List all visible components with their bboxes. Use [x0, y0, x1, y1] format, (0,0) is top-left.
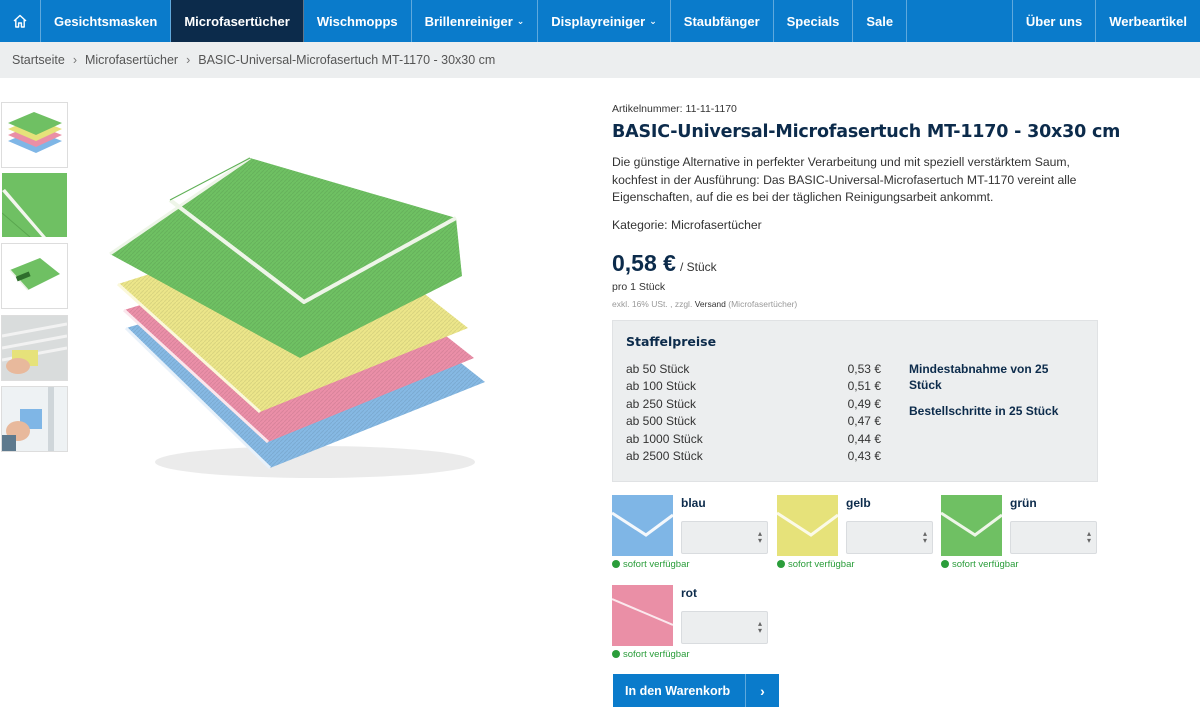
stepper-arrows-icon[interactable]: ▴ ▾	[1087, 530, 1091, 545]
stepper-arrows-icon[interactable]: ▴ ▾	[758, 530, 762, 545]
chevron-down-icon: ⌄	[516, 15, 525, 26]
tier-row: ab 250 Stück 0,49 €	[626, 397, 881, 411]
quantity-stepper[interactable]: ▴ ▾	[681, 521, 768, 554]
tier-row: ab 100 Stück 0,51 €	[626, 379, 881, 393]
thumbnail-usage-kitchen[interactable]	[1, 315, 68, 381]
thumbnail-green-closeup[interactable]	[1, 172, 68, 238]
variant-blau: blau ▴ ▾ sofort verfügbar	[612, 495, 772, 575]
variant-name: gelb	[846, 496, 871, 510]
add-to-cart-label: In den Warenkorb	[625, 683, 731, 698]
tier-qty: ab 250 Stück	[626, 397, 697, 411]
availability-status: sofort verfügbar	[612, 559, 690, 570]
quantity-stepper[interactable]: ▴ ▾	[681, 611, 768, 644]
breadcrumb-home[interactable]: Startseite	[12, 53, 65, 67]
tier-row: ab 1000 Stück 0,44 €	[626, 432, 881, 446]
chevron-right-icon: ›	[72, 53, 77, 67]
shipping-link[interactable]: Versand	[695, 299, 726, 309]
nav-item-werbeartikel[interactable]: Werbeartikel	[1096, 0, 1200, 42]
variant-rot: rot ▴ ▾ sofort verfügbar	[612, 585, 772, 665]
variant-gelb: gelb ▴ ▾ sofort verfügbar	[777, 495, 937, 575]
tier-qty: ab 500 Stück	[626, 414, 697, 428]
nav-item-wischmopps[interactable]: Wischmopps	[304, 0, 412, 42]
tier-row: ab 2500 Stück 0,43 €	[626, 449, 881, 463]
minimum-order-note: Mindestabnahme von 25 Stück	[909, 362, 1049, 392]
variant-swatch-rot[interactable]	[612, 585, 673, 646]
home-button[interactable]	[0, 0, 41, 42]
tier-price: 0,47 €	[847, 414, 881, 428]
tier-price: 0,43 €	[847, 449, 881, 463]
chevron-right-icon: ›	[186, 53, 191, 67]
product-image[interactable]	[100, 150, 500, 490]
variant-name: grün	[1010, 496, 1037, 510]
price-unit: / Stück	[679, 260, 717, 274]
product-category[interactable]: Kategorie: Microfasertücher	[612, 218, 762, 232]
tier-row: ab 50 Stück 0,53 €	[626, 362, 881, 376]
variant-swatch-gruen[interactable]	[941, 495, 1002, 556]
tier-qty: ab 1000 Stück	[626, 432, 703, 446]
nav-item-brillenreiniger[interactable]: Brillenreiniger ⌄	[412, 0, 539, 42]
variant-gruen: grün ▴ ▾ sofort verfügbar	[941, 495, 1101, 575]
tier-qty: ab 100 Stück	[626, 379, 697, 393]
status-dot-icon	[777, 560, 785, 568]
tier-pricing-title: Staffelpreise	[626, 334, 717, 349]
tax-prefix: exkl. 16% USt. , zzgl.	[612, 299, 693, 309]
variant-name: blau	[681, 496, 706, 510]
tier-price: 0,51 €	[847, 379, 881, 393]
nav-item-staubfaenger[interactable]: Staubfänger	[671, 0, 774, 42]
variant-name: rot	[681, 586, 697, 600]
nav-item-sale[interactable]: Sale	[853, 0, 908, 42]
product-price: 0,58 € / Stück	[612, 250, 717, 277]
tier-row: ab 500 Stück 0,47 €	[626, 414, 881, 428]
variant-swatch-blau[interactable]	[612, 495, 673, 556]
thumbnail-usage-window[interactable]	[1, 386, 68, 452]
status-dot-icon	[612, 560, 620, 568]
nav-item-microfasertuecher[interactable]: Microfasertücher	[171, 0, 304, 42]
breadcrumb-category[interactable]: Microfasertücher	[85, 53, 178, 67]
tier-price: 0,44 €	[847, 432, 881, 446]
add-to-cart-button[interactable]: In den Warenkorb ›	[613, 674, 779, 707]
product-title: BASIC-Universal-Microfasertuch MT-1170 -…	[612, 122, 1121, 142]
price-per-piece: pro 1 Stück	[612, 281, 666, 293]
stepper-arrows-icon[interactable]: ▴ ▾	[923, 530, 927, 545]
product-description: Die günstige Alternative in perfekter Ve…	[612, 155, 1077, 204]
status-dot-icon	[941, 560, 949, 568]
tax-suffix: (Microfasertücher)	[728, 299, 798, 309]
main-navigation: Gesichtsmasken Microfasertücher Wischmop…	[0, 0, 1200, 42]
nav-item-specials[interactable]: Specials	[774, 0, 854, 42]
quantity-stepper[interactable]: ▴ ▾	[1010, 521, 1097, 554]
nav-item-gesichtsmasken[interactable]: Gesichtsmasken	[41, 0, 172, 42]
nav-item-displayreiniger[interactable]: Displayreiniger ⌄	[538, 0, 671, 42]
chevron-right-icon: ›	[745, 674, 779, 707]
thumbnail-green-logo[interactable]	[1, 243, 68, 309]
article-number: Artikelnummer: 11-11-1170	[612, 103, 737, 115]
tier-price: 0,53 €	[847, 362, 881, 376]
tier-pricing-panel: Staffelpreise ab 50 Stück 0,53 € ab 100 S…	[612, 320, 1098, 482]
thumbnail-stack[interactable]	[1, 102, 68, 168]
tier-price: 0,49 €	[847, 397, 881, 411]
chevron-down-icon: ⌄	[649, 15, 657, 26]
price-value: 0,58 €	[612, 250, 676, 276]
tax-info: exkl. 16% USt. , zzgl. Versand (Microfas…	[612, 299, 797, 309]
breadcrumb-current[interactable]: BASIC-Universal-Microfasertuch MT-1170 -…	[198, 53, 495, 67]
variant-swatch-gelb[interactable]	[777, 495, 838, 556]
stepper-arrows-icon[interactable]: ▴ ▾	[758, 620, 762, 635]
breadcrumb: Startseite › Microfasertücher › BASIC-Un…	[0, 42, 1200, 78]
order-steps-note: Bestellschritte in 25 Stück	[909, 404, 1059, 418]
availability-status: sofort verfügbar	[777, 559, 855, 570]
home-icon	[13, 14, 27, 28]
status-dot-icon	[612, 650, 620, 658]
tier-qty: ab 2500 Stück	[626, 449, 703, 463]
nav-item-ueber-uns[interactable]: Über uns	[1011, 0, 1097, 42]
availability-status: sofort verfügbar	[612, 649, 690, 660]
quantity-stepper[interactable]: ▴ ▾	[846, 521, 933, 554]
tier-qty: ab 50 Stück	[626, 362, 690, 376]
availability-status: sofort verfügbar	[941, 559, 1019, 570]
